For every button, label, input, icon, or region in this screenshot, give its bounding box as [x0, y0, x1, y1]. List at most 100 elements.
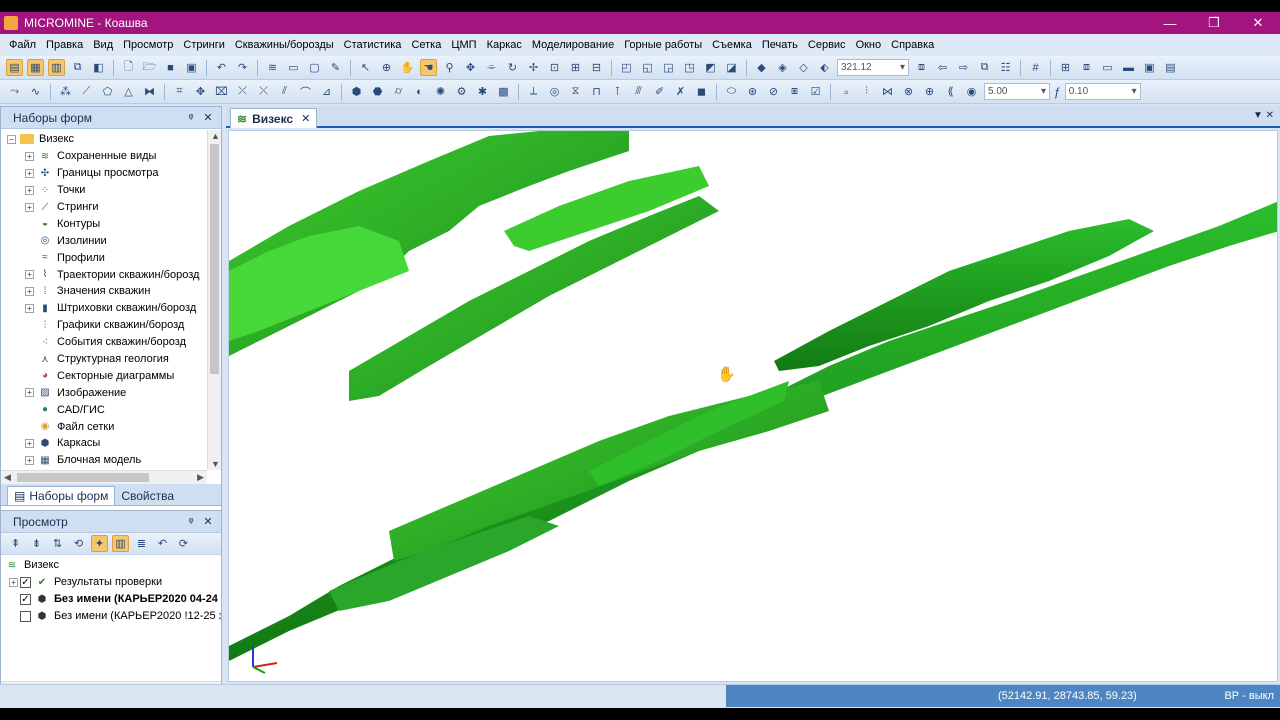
menu-window[interactable]: Окно	[851, 39, 887, 51]
visibility-checkbox[interactable]: ✓	[20, 593, 31, 605]
fill-icon[interactable]: ◐	[411, 83, 428, 100]
new-file-icon[interactable]: 🗋	[120, 59, 137, 76]
value-b-combo[interactable]: 0.10 ▾	[1064, 83, 1141, 100]
center-icon[interactable]: ◉	[963, 83, 980, 100]
forms-horizontal-scrollbar[interactable]: ◀ ▶	[1, 470, 207, 484]
tree-item[interactable]: ⫶ Графики скважин/борозд	[1, 317, 221, 334]
expand-icon[interactable]: +	[25, 270, 34, 280]
snap-icon[interactable]: ⤳	[6, 83, 23, 100]
display-item[interactable]: + ✓ ✔ Результаты проверки	[1, 574, 221, 591]
frame-icon[interactable]: ▭	[1099, 59, 1116, 76]
draw-line-icon[interactable]: ⟋	[78, 83, 95, 100]
open-form-icon[interactable]: ⧉	[69, 59, 86, 76]
section-icon[interactable]: ⧖	[567, 83, 584, 100]
close-panel-icon[interactable]: ✕	[201, 111, 215, 124]
check-icon[interactable]: ☑	[807, 83, 824, 100]
report-icon[interactable]: ▤	[1162, 59, 1179, 76]
tree-item[interactable]: + ≋ Сохраненные виды	[1, 148, 221, 165]
spread-icon[interactable]: ⟪	[942, 83, 959, 100]
move-down-icon[interactable]: ⇟	[28, 535, 45, 552]
view-side-icon[interactable]: ◲	[660, 59, 677, 76]
forward-arrow-icon[interactable]: ⇨	[955, 59, 972, 76]
close-string-icon[interactable]: ⊿	[318, 83, 335, 100]
display-item[interactable]: ⬢ Без имени (КАРЬЕР2020 !12-25 за	[1, 608, 221, 625]
menu-survey[interactable]: Съемка	[707, 39, 757, 51]
filter-icon[interactable]: ⊕	[921, 83, 938, 100]
view-cube-icon[interactable]: ◪	[723, 59, 740, 76]
monitor-2-icon[interactable]: ▣	[1141, 59, 1158, 76]
scroll-thumb[interactable]	[210, 144, 219, 374]
scroll-down-icon[interactable]: ▼	[211, 459, 220, 469]
layers-icon[interactable]: ≋	[264, 59, 281, 76]
sort-icon[interactable]: ⇅	[49, 535, 66, 552]
cross-icon[interactable]: ✗	[672, 83, 689, 100]
solid-icon[interactable]: ⬣	[369, 83, 386, 100]
expand-icon[interactable]: +	[25, 168, 34, 178]
menu-edit[interactable]: Правка	[41, 39, 88, 51]
transform-icon[interactable]: ⧓	[141, 83, 158, 100]
target-icon[interactable]: ◎	[546, 83, 563, 100]
display-pane-icon[interactable]: ▥	[48, 59, 65, 76]
wireframe-tool-icon[interactable]: ⬢	[348, 83, 365, 100]
expand-icon[interactable]: +	[9, 577, 18, 587]
view-iso-icon[interactable]: ◩	[702, 59, 719, 76]
visibility-checkbox[interactable]	[20, 610, 31, 622]
view-back-icon[interactable]: ◳	[681, 59, 698, 76]
cylinder-icon[interactable]: ⌭	[390, 83, 407, 100]
measure-icon[interactable]: ⟂	[525, 83, 542, 100]
pipeline-icon[interactable]: ⫶	[858, 83, 875, 100]
shade-3-icon[interactable]: ◇	[795, 59, 812, 76]
menu-statistics[interactable]: Статистика	[339, 39, 407, 51]
shade-2-icon[interactable]: ◈	[774, 59, 791, 76]
tree-item[interactable]: + ⁘ Точки	[1, 182, 221, 199]
zoom-out-icon[interactable]: ⊟	[588, 59, 605, 76]
menu-mining[interactable]: Горные работы	[619, 39, 707, 51]
ellipse-icon[interactable]: ⬭	[723, 83, 740, 100]
scroll-right-icon[interactable]: ▶	[197, 472, 204, 483]
vertex-add-icon[interactable]: ⌗	[171, 83, 188, 100]
shade-1-icon[interactable]: ◆	[753, 59, 770, 76]
properties-icon[interactable]: ▦	[27, 59, 44, 76]
expand-icon[interactable]: +	[25, 455, 34, 465]
gear-icon[interactable]: ⚙	[453, 83, 470, 100]
pin-icon[interactable]: ᵠ	[184, 516, 198, 528]
add-point-icon[interactable]: ⁂	[57, 83, 74, 100]
back-arrow-icon[interactable]: ⇦	[934, 59, 951, 76]
rotate-hand-icon[interactable]: ✋	[399, 59, 416, 76]
scroll-left-icon[interactable]: ◀	[4, 472, 11, 483]
expand-icon[interactable]: +	[25, 388, 34, 398]
tree-item[interactable]: ◉ Файл сетки	[1, 418, 221, 435]
tab-properties[interactable]: Свойства	[115, 486, 180, 505]
monitor-icon[interactable]: ▬	[1120, 59, 1137, 76]
edit-form-icon[interactable]: ✎	[327, 59, 344, 76]
shade-4-icon[interactable]: ⬖	[816, 59, 833, 76]
value-a-combo[interactable]: 5.00 ▾	[984, 83, 1050, 100]
zoom-extents-icon[interactable]: ⊡	[546, 59, 563, 76]
save-all-icon[interactable]: ▣	[183, 59, 200, 76]
tree-item[interactable]: + ▦ Блочная модель	[1, 452, 221, 469]
menu-print[interactable]: Печать	[757, 39, 803, 51]
tab-list-icon[interactable]: ▼ ✕	[1253, 110, 1274, 121]
layer-stack-icon[interactable]: ≣	[133, 535, 150, 552]
table-icon[interactable]: ▭	[285, 59, 302, 76]
minimize-button[interactable]: —	[1148, 12, 1192, 34]
grid-toggle-icon[interactable]: #	[1027, 59, 1044, 76]
curve-icon[interactable]: ∿	[27, 83, 44, 100]
scale-combo[interactable]: 321.12 ▾	[837, 59, 909, 76]
menu-modelling[interactable]: Моделирование	[527, 39, 619, 51]
tree-item[interactable]: + ⬢ Каркасы	[1, 435, 221, 452]
display-item[interactable]: ✓ ⬢ Без имени (КАРЬЕР2020 04-24	[1, 591, 221, 608]
explode-icon[interactable]: ✺	[432, 83, 449, 100]
close-tab-icon[interactable]: ✕	[301, 112, 310, 125]
menu-drillholes[interactable]: Скважины/борозды	[230, 39, 339, 51]
expand-icon[interactable]: +	[25, 185, 34, 195]
visibility-checkbox[interactable]: ✓	[20, 576, 31, 588]
expand-icon[interactable]: +	[25, 438, 34, 448]
tree-item[interactable]: ◒ Контуры	[1, 215, 221, 232]
window-icon[interactable]: ▢	[306, 59, 323, 76]
restore-button[interactable]: ❐	[1192, 12, 1236, 34]
redo-icon[interactable]: ↷	[234, 59, 251, 76]
dimension-icon[interactable]: ⊺	[609, 83, 626, 100]
view-list-icon[interactable]: ☷	[997, 59, 1014, 76]
pin-icon[interactable]: ᵠ	[184, 112, 198, 124]
